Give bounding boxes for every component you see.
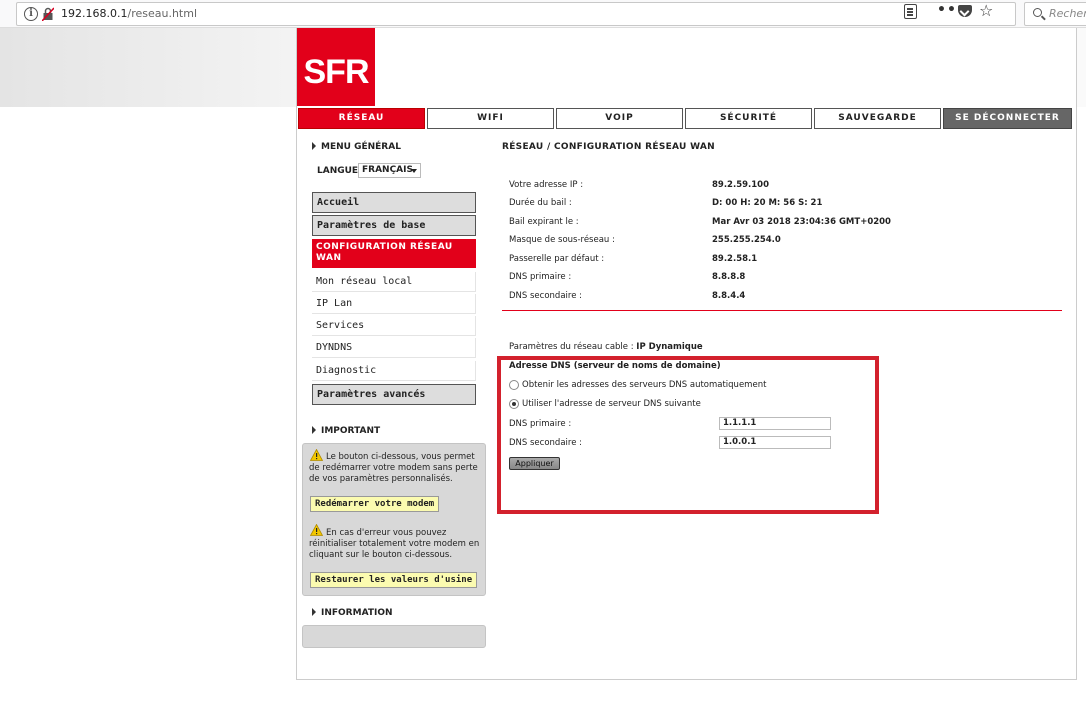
tab-reseau[interactable]: RÉSEAU [298,108,425,129]
important-heading[interactable]: IMPORTANT [312,426,380,436]
sidebar-item-dyndns[interactable]: DYNDNS [312,338,476,358]
info-row-netmask: Masque de sous-réseau : 255.255.254.0 [509,235,1049,249]
cable-label: Paramètres du réseau cable : [509,342,634,352]
info-row-gateway: Passerelle par défaut : 89.2.58.1 [509,254,1049,268]
sidebar-item-ip-lan[interactable]: IP Lan [312,294,476,314]
language-select[interactable]: FRANÇAIS [358,163,421,178]
restart-modem-button[interactable]: Redémarrer votre modem [310,496,440,512]
info-value: 89.2.59.100 [712,180,770,190]
information-heading[interactable]: INFORMATION [312,608,393,618]
tab-securite[interactable]: SÉCURITÉ [685,108,812,129]
info-label: Durée du bail : [509,198,572,208]
dropdown-arrow-icon [411,169,417,173]
sidebar-item-parametres-de-base[interactable]: Paramètres de base [312,215,476,236]
cable-value: IP Dynamique [636,342,703,352]
reader-view-icon[interactable] [904,4,917,19]
langue-label: LANGUE [317,166,359,176]
info-label: DNS secondaire : [509,291,582,301]
info-label: Passerelle par défaut : [509,254,605,264]
info-label: Votre adresse IP : [509,180,584,190]
info-row-dns-primary: DNS primaire : 8.8.8.8 [509,272,1049,286]
sidebar-item-configuration-reseau-wan[interactable]: CONFIGURATION RÉSEAU WAN [312,239,476,268]
tab-wifi[interactable]: WIFI [427,108,554,129]
info-row-dns-secondary: DNS secondaire : 8.8.4.4 [509,291,1049,305]
search-icon [1033,8,1042,17]
factory-reset-button[interactable]: Restaurer les valeurs d'usine [310,572,478,588]
important-label: IMPORTANT [321,426,381,436]
tab-sauvegarde[interactable]: SAUVEGARDE [814,108,941,129]
search-placeholder: Recherc [1049,7,1086,20]
caret-right-icon [312,426,316,434]
browser-search-box[interactable]: Recherc [1024,2,1086,26]
caret-right-icon [312,142,316,150]
page-title: RÉSEAU / CONFIGURATION RÉSEAU WAN [502,142,715,152]
url-path: /reseau.html [127,7,198,20]
bookmark-star-icon[interactable]: ☆ [979,1,993,20]
info-value: Mar Avr 03 2018 23:04:36 GMT+0200 [712,217,891,227]
sidebar-item-services[interactable]: Services [312,316,476,336]
highlight-annotation-box [497,356,879,514]
url-bar[interactable]: i 192.168.0.1/reseau.html [16,2,1016,26]
sidebar-item-parametres-avances[interactable]: Paramètres avancés [312,384,476,405]
tab-voip[interactable]: VOIP [556,108,683,129]
language-value: FRANÇAIS [362,165,413,175]
info-value: 8.8.8.8 [712,272,746,282]
info-row-lease-expiry: Bail expirant le : Mar Avr 03 2018 23:04:… [509,217,1049,231]
info-row-lease: Durée du bail : D: 00 H: 20 M: 56 S: 21 [509,198,1049,212]
info-value: 8.8.4.4 [712,291,746,301]
browser-toolbar: i 192.168.0.1/reseau.html ••• ☆ Recherc [0,0,1086,28]
information-label: INFORMATION [321,608,393,618]
insecure-lock-icon[interactable] [42,7,54,21]
information-panel [302,625,486,648]
menu-general-heading[interactable]: MENU GÉNÉRAL [312,142,401,152]
disconnect-button[interactable]: SE DÉCONNECTER [943,108,1072,129]
menu-general-label: MENU GÉNÉRAL [321,142,401,152]
sfr-logo: SFR [297,28,375,106]
cable-network-params: Paramètres du réseau cable : IP Dynamiqu… [509,342,703,352]
reset-info-text: En cas d'erreur vous pouvez réinitialise… [309,528,480,560]
restart-info-text: Le bouton ci-dessous, vous permet de red… [309,452,478,484]
info-value: 89.2.58.1 [712,254,758,264]
sidebar-item-mon-reseau-local[interactable]: Mon réseau local [312,272,476,292]
sidebar-item-diagnostic[interactable]: Diagnostic [312,361,476,381]
info-label: DNS primaire : [509,272,572,282]
info-value: 255.255.254.0 [712,235,781,245]
sidebar-item-accueil[interactable]: Accueil [312,192,476,213]
caret-right-icon [312,608,316,616]
info-label: Bail expirant le : [509,217,579,227]
url-host: 192.168.0.1 [61,7,128,20]
info-value: D: 00 H: 20 M: 56 S: 21 [712,198,823,208]
url-text[interactable]: 192.168.0.1/reseau.html [61,7,197,20]
section-divider [502,310,1062,311]
main-tabs: RÉSEAU WIFI VOIP SÉCURITÉ SAUVEGARDE SE … [298,108,1074,129]
info-label: Masque de sous-réseau : [509,235,615,245]
info-icon[interactable]: i [24,7,38,21]
info-row-ip: Votre adresse IP : 89.2.59.100 [509,180,1049,194]
